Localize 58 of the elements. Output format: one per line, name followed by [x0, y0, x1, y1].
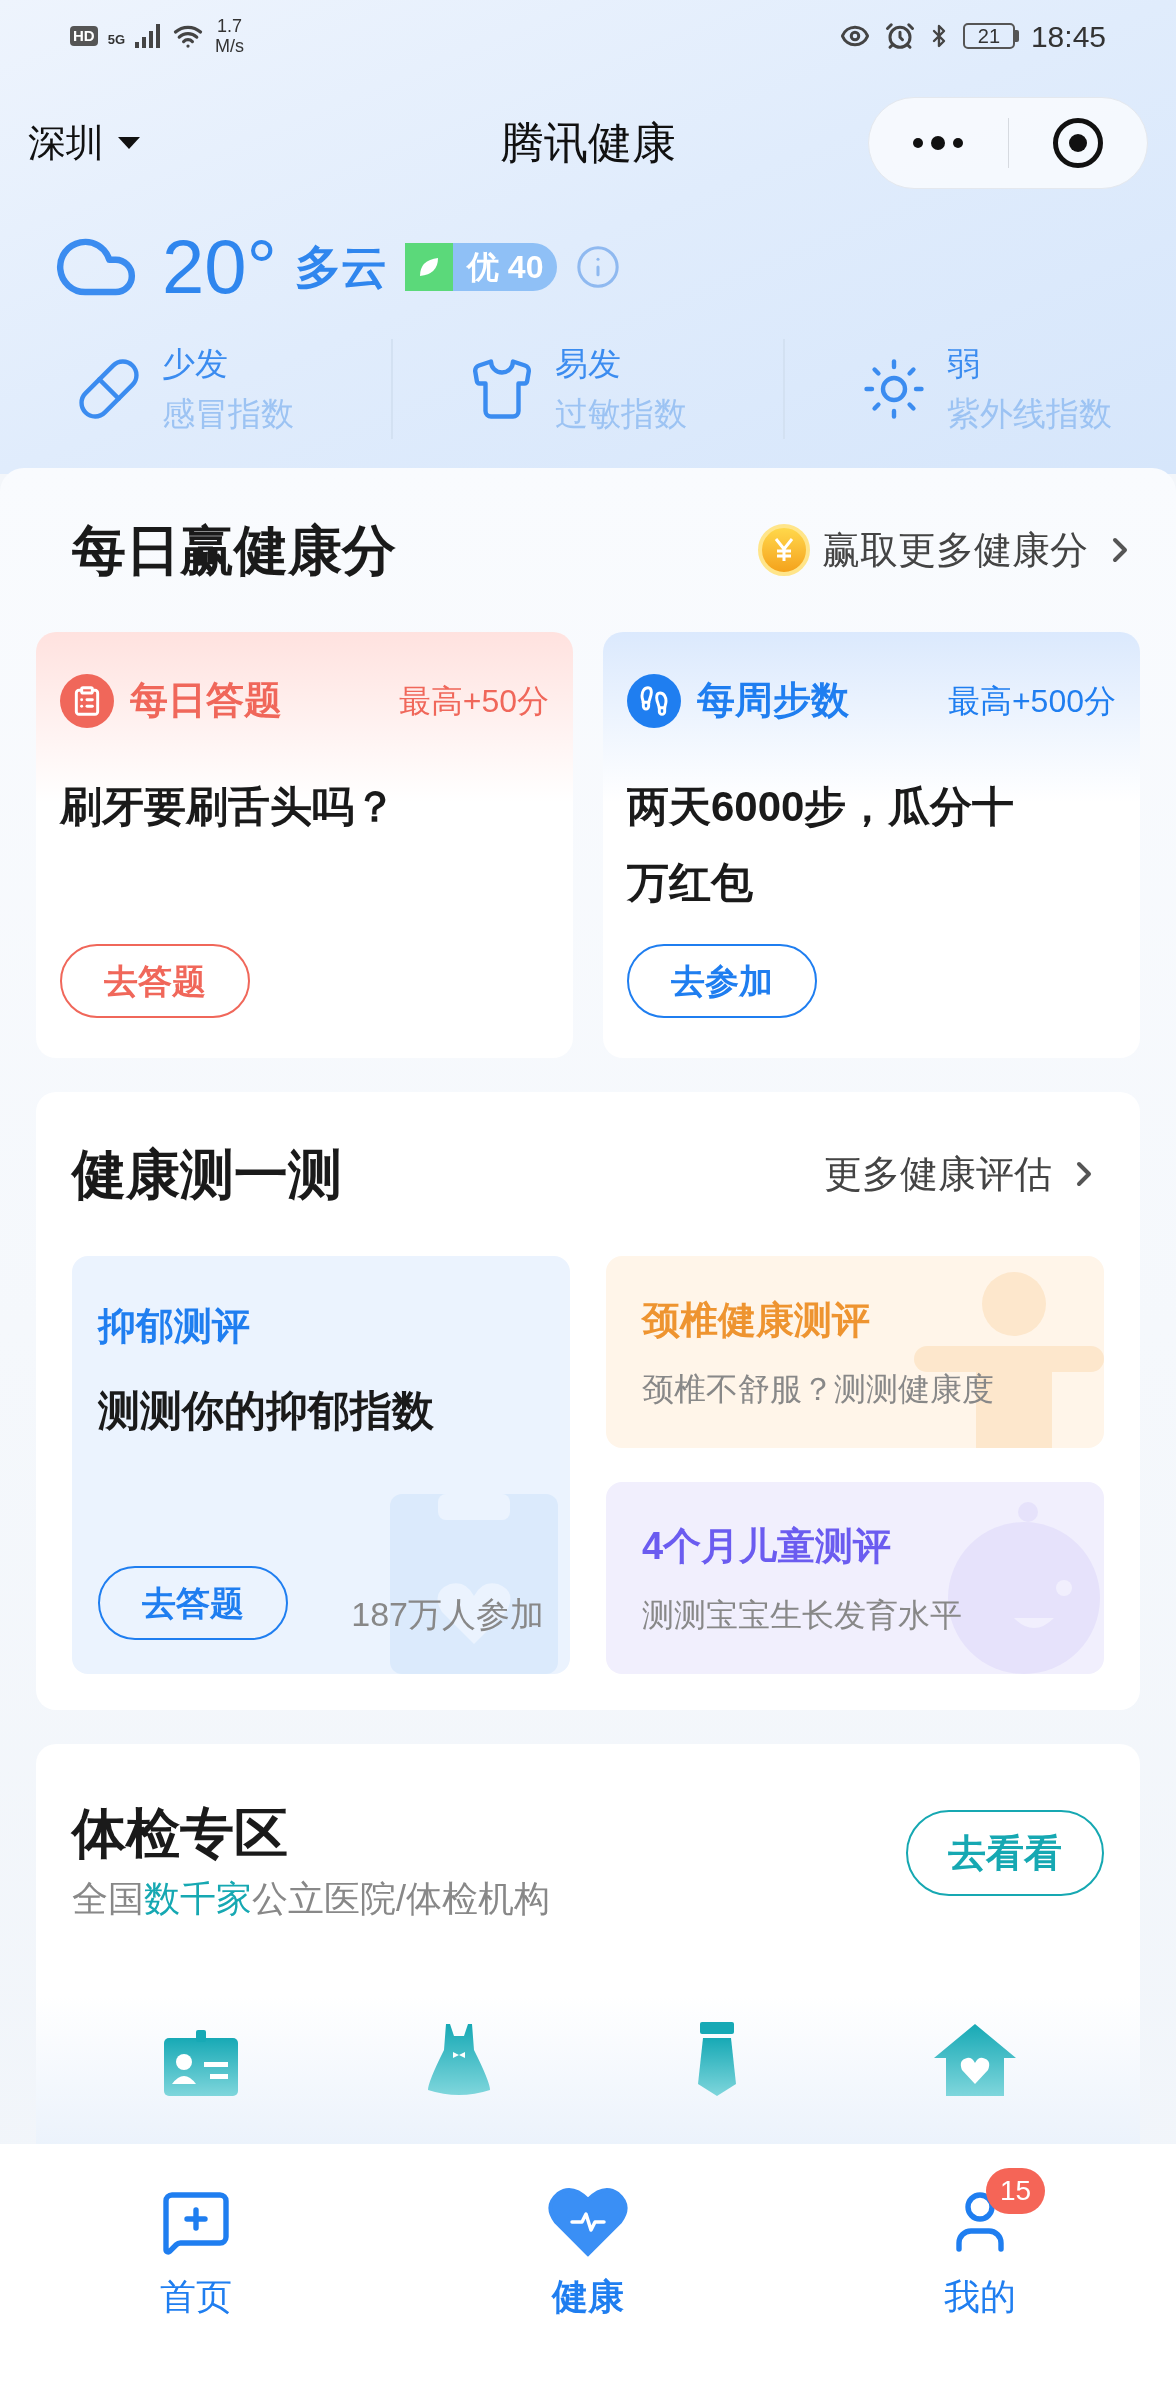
checkup-subtitle: 全国数千家公立医院/体检机构	[72, 1877, 550, 1921]
caret-icon	[118, 137, 140, 149]
footprints-icon	[627, 673, 681, 728]
weather-condition: 多云	[294, 239, 387, 295]
battery-tip-icon	[1014, 30, 1019, 42]
battery-level: 21	[962, 23, 1015, 49]
test-card[interactable]: 颈椎健康测评 颈椎不舒服？测测健康度	[606, 1256, 1104, 1448]
test-description: 颈椎不舒服？测测健康度	[642, 1369, 995, 1409]
dress-icon	[426, 2022, 492, 2098]
index-name: 过敏指数	[554, 394, 687, 434]
task-text: 刷牙要刷舌头吗？	[60, 782, 397, 832]
speed-unit: M/s	[215, 36, 244, 56]
network-speed: 1.7	[217, 16, 243, 36]
participants-count: 187万人参加	[351, 1594, 544, 1635]
task-button[interactable]: 去答题	[60, 944, 250, 1018]
index-level: 弱	[947, 344, 982, 384]
section-title: 健康测一测	[72, 1142, 342, 1206]
start-test-button[interactable]: 去答题	[98, 1566, 288, 1640]
alarm-icon	[884, 21, 915, 51]
temperature: 20°	[162, 229, 277, 305]
test-description: 测测你的抑郁指数	[98, 1386, 435, 1436]
task-bonus: 最高+50分	[398, 681, 549, 721]
task-title: 每周步数	[697, 678, 849, 723]
notification-badge: 15	[986, 2168, 1046, 2214]
view-checkup-button[interactable]: 去看看	[906, 1810, 1104, 1896]
featured-test-card[interactable]: 抑郁测评 测测你的抑郁指数 去答题 187万人参加	[72, 1256, 570, 1674]
test-title: 颈椎健康测评	[642, 1297, 871, 1343]
signal-icon	[135, 24, 161, 48]
task-text: 两天6000步，瓜分十万红包	[627, 782, 1016, 908]
test-title: 4个月儿童测评	[642, 1523, 893, 1569]
section-title: 每日赢健康分	[72, 518, 396, 582]
more-points-link[interactable]: 赢取更多健康分	[758, 521, 1140, 579]
task-title: 每日答题	[130, 678, 282, 723]
tab-item[interactable]: 首页	[150, 2186, 242, 2324]
task-bonus: 最高+500分	[947, 681, 1116, 721]
test-description: 测测宝宝生长发育水平	[642, 1595, 963, 1635]
coin-icon	[758, 524, 810, 576]
index-name: 感冒指数	[162, 394, 294, 434]
test-title: 抑郁测评	[98, 1304, 251, 1349]
pill-icon	[76, 356, 142, 422]
index-level: 少发	[162, 344, 229, 384]
id-card-icon	[162, 2028, 240, 2098]
app-title: 腾讯健康	[500, 117, 676, 169]
hd-indicator: HD	[70, 26, 98, 46]
clock-time: 18:45	[1030, 18, 1106, 55]
clipboard-icon	[60, 673, 114, 728]
house-heart-icon	[932, 2022, 1018, 2098]
network-type: 5G	[107, 31, 125, 49]
heart-pulse-icon	[548, 2186, 628, 2258]
more-tests-link[interactable]: 更多健康评估	[824, 1145, 1104, 1203]
city-selector[interactable]: 深圳	[28, 114, 140, 172]
air-quality-badge: 优 40	[404, 243, 558, 291]
section-title: 体检专区	[72, 1802, 289, 1865]
index-level: 易发	[554, 344, 622, 384]
index-name: 紫外线指数	[947, 394, 1113, 434]
task-button[interactable]: 去参加	[627, 944, 817, 1018]
tab-item[interactable]: 健康	[538, 2186, 638, 2324]
test-card[interactable]: 4个月儿童测评 测测宝宝生长发育水平	[606, 1482, 1104, 1674]
